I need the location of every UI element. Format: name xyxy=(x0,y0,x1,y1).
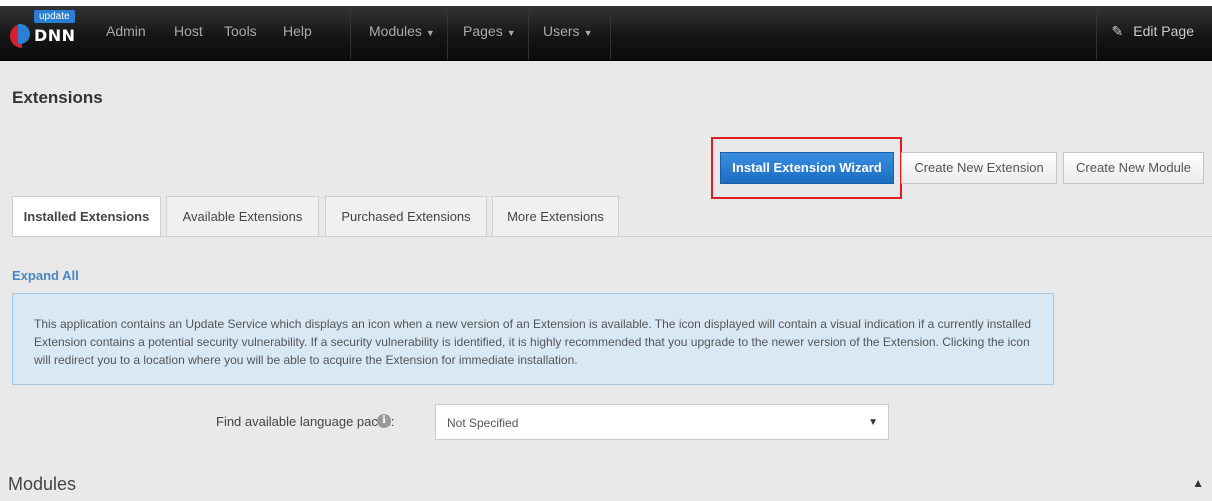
nav-admin[interactable]: Admin xyxy=(106,23,146,39)
pencil-icon: ✎ xyxy=(1111,23,1124,39)
update-badge[interactable]: update xyxy=(34,10,75,23)
nav-separator xyxy=(1096,9,1097,59)
language-select[interactable]: Not Specified ▼ xyxy=(435,404,889,440)
edit-page-button[interactable]: ✎ Edit Page xyxy=(1112,23,1194,40)
tab-purchased-extensions[interactable]: Purchased Extensions xyxy=(325,196,487,236)
install-extension-wizard-button[interactable]: Install Extension Wizard xyxy=(720,152,894,184)
language-select-value: Not Specified xyxy=(447,416,519,430)
tab-available-extensions[interactable]: Available Extensions xyxy=(166,196,319,236)
logo-mark-blue xyxy=(18,24,30,44)
nav-separator xyxy=(528,9,529,59)
nav-help[interactable]: Help xyxy=(283,23,312,39)
tab-installed-extensions[interactable]: Installed Extensions xyxy=(12,196,161,237)
caret-down-icon: ▼ xyxy=(583,28,593,38)
menu-users-label: Users xyxy=(543,23,580,39)
info-message: This application contains an Update Serv… xyxy=(34,317,1031,367)
dnn-logo[interactable]: update DNN xyxy=(10,10,82,52)
nav-separator xyxy=(447,9,448,59)
menu-modules[interactable]: Modules ▼ xyxy=(369,23,435,39)
menu-users[interactable]: Users ▼ xyxy=(543,23,592,39)
caret-down-icon: ▼ xyxy=(425,28,435,38)
tab-more-extensions[interactable]: More Extensions xyxy=(492,196,619,236)
create-new-extension-button[interactable]: Create New Extension xyxy=(901,152,1057,184)
create-new-module-button[interactable]: Create New Module xyxy=(1063,152,1204,184)
nav-separator xyxy=(350,9,351,59)
language-packs-label: Find available language packs: xyxy=(216,414,395,429)
dropdown-arrow-icon: ▼ xyxy=(868,417,878,428)
edit-page-label: Edit Page xyxy=(1133,23,1194,39)
expand-all-link[interactable]: Expand All xyxy=(12,268,79,283)
menu-pages-label: Pages xyxy=(463,23,503,39)
update-service-info: This application contains an Update Serv… xyxy=(12,293,1054,385)
nav-separator xyxy=(610,9,611,59)
caret-down-icon: ▼ xyxy=(506,28,516,38)
menu-modules-label: Modules xyxy=(369,23,422,39)
chevron-up-icon[interactable]: ▲ xyxy=(1192,476,1204,490)
top-control-bar: update DNN Admin Host Tools Help Modules… xyxy=(0,0,1212,61)
tab-divider xyxy=(12,236,1212,237)
modules-section-heading: Modules xyxy=(8,474,77,494)
page-title: Extensions xyxy=(12,88,103,107)
info-icon[interactable]: i xyxy=(377,414,391,428)
nav-tools[interactable]: Tools xyxy=(224,23,257,39)
nav-host[interactable]: Host xyxy=(174,23,203,39)
top-edge xyxy=(0,0,1212,6)
logo-text: DNN xyxy=(34,26,76,45)
menu-pages[interactable]: Pages ▼ xyxy=(463,23,516,39)
